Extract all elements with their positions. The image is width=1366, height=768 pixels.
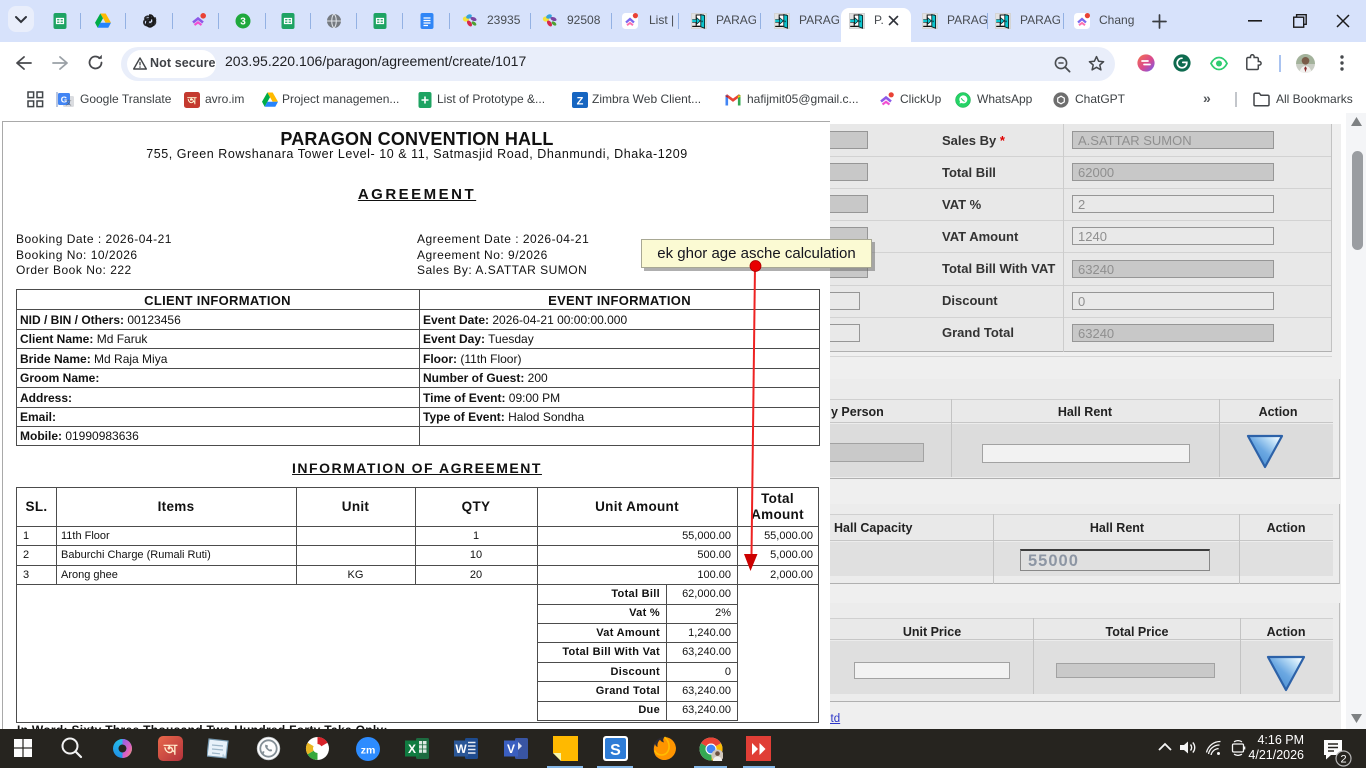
svg-text:অ: অ — [187, 96, 198, 107]
svg-text:zm: zm — [361, 745, 376, 757]
svg-text:2: 2 — [1340, 754, 1346, 766]
svg-text:Z: Z — [577, 96, 584, 108]
svg-text:S: S — [610, 742, 621, 759]
svg-text:X: X — [408, 742, 416, 756]
svg-text:W: W — [455, 742, 467, 756]
svg-text:V: V — [507, 742, 515, 756]
svg-text:文: 文 — [65, 99, 71, 107]
svg-text:অ: অ — [163, 743, 178, 759]
svg-text:3: 3 — [240, 17, 246, 28]
